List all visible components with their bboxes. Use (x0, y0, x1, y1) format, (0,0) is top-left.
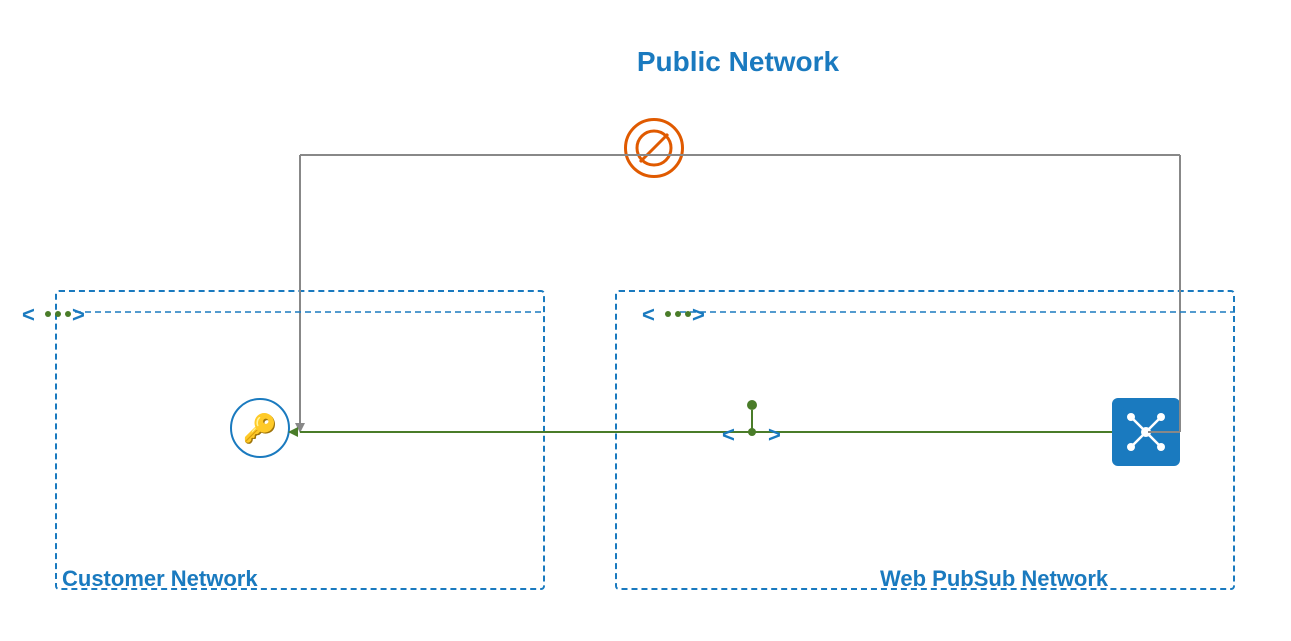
svg-text:<: < (22, 302, 35, 327)
public-network-label: Public Network (619, 46, 857, 78)
pubsub-service-icon (1112, 398, 1180, 466)
diagram-container: Public Network Customer Network Web PubS… (0, 0, 1291, 641)
no-sign-icon (624, 118, 684, 178)
key-icon: 🔑 (230, 398, 290, 458)
customer-network-box (55, 290, 545, 590)
webpubsub-network-label: Web PubSub Network (880, 566, 1108, 592)
customer-network-label: Customer Network (62, 566, 258, 592)
